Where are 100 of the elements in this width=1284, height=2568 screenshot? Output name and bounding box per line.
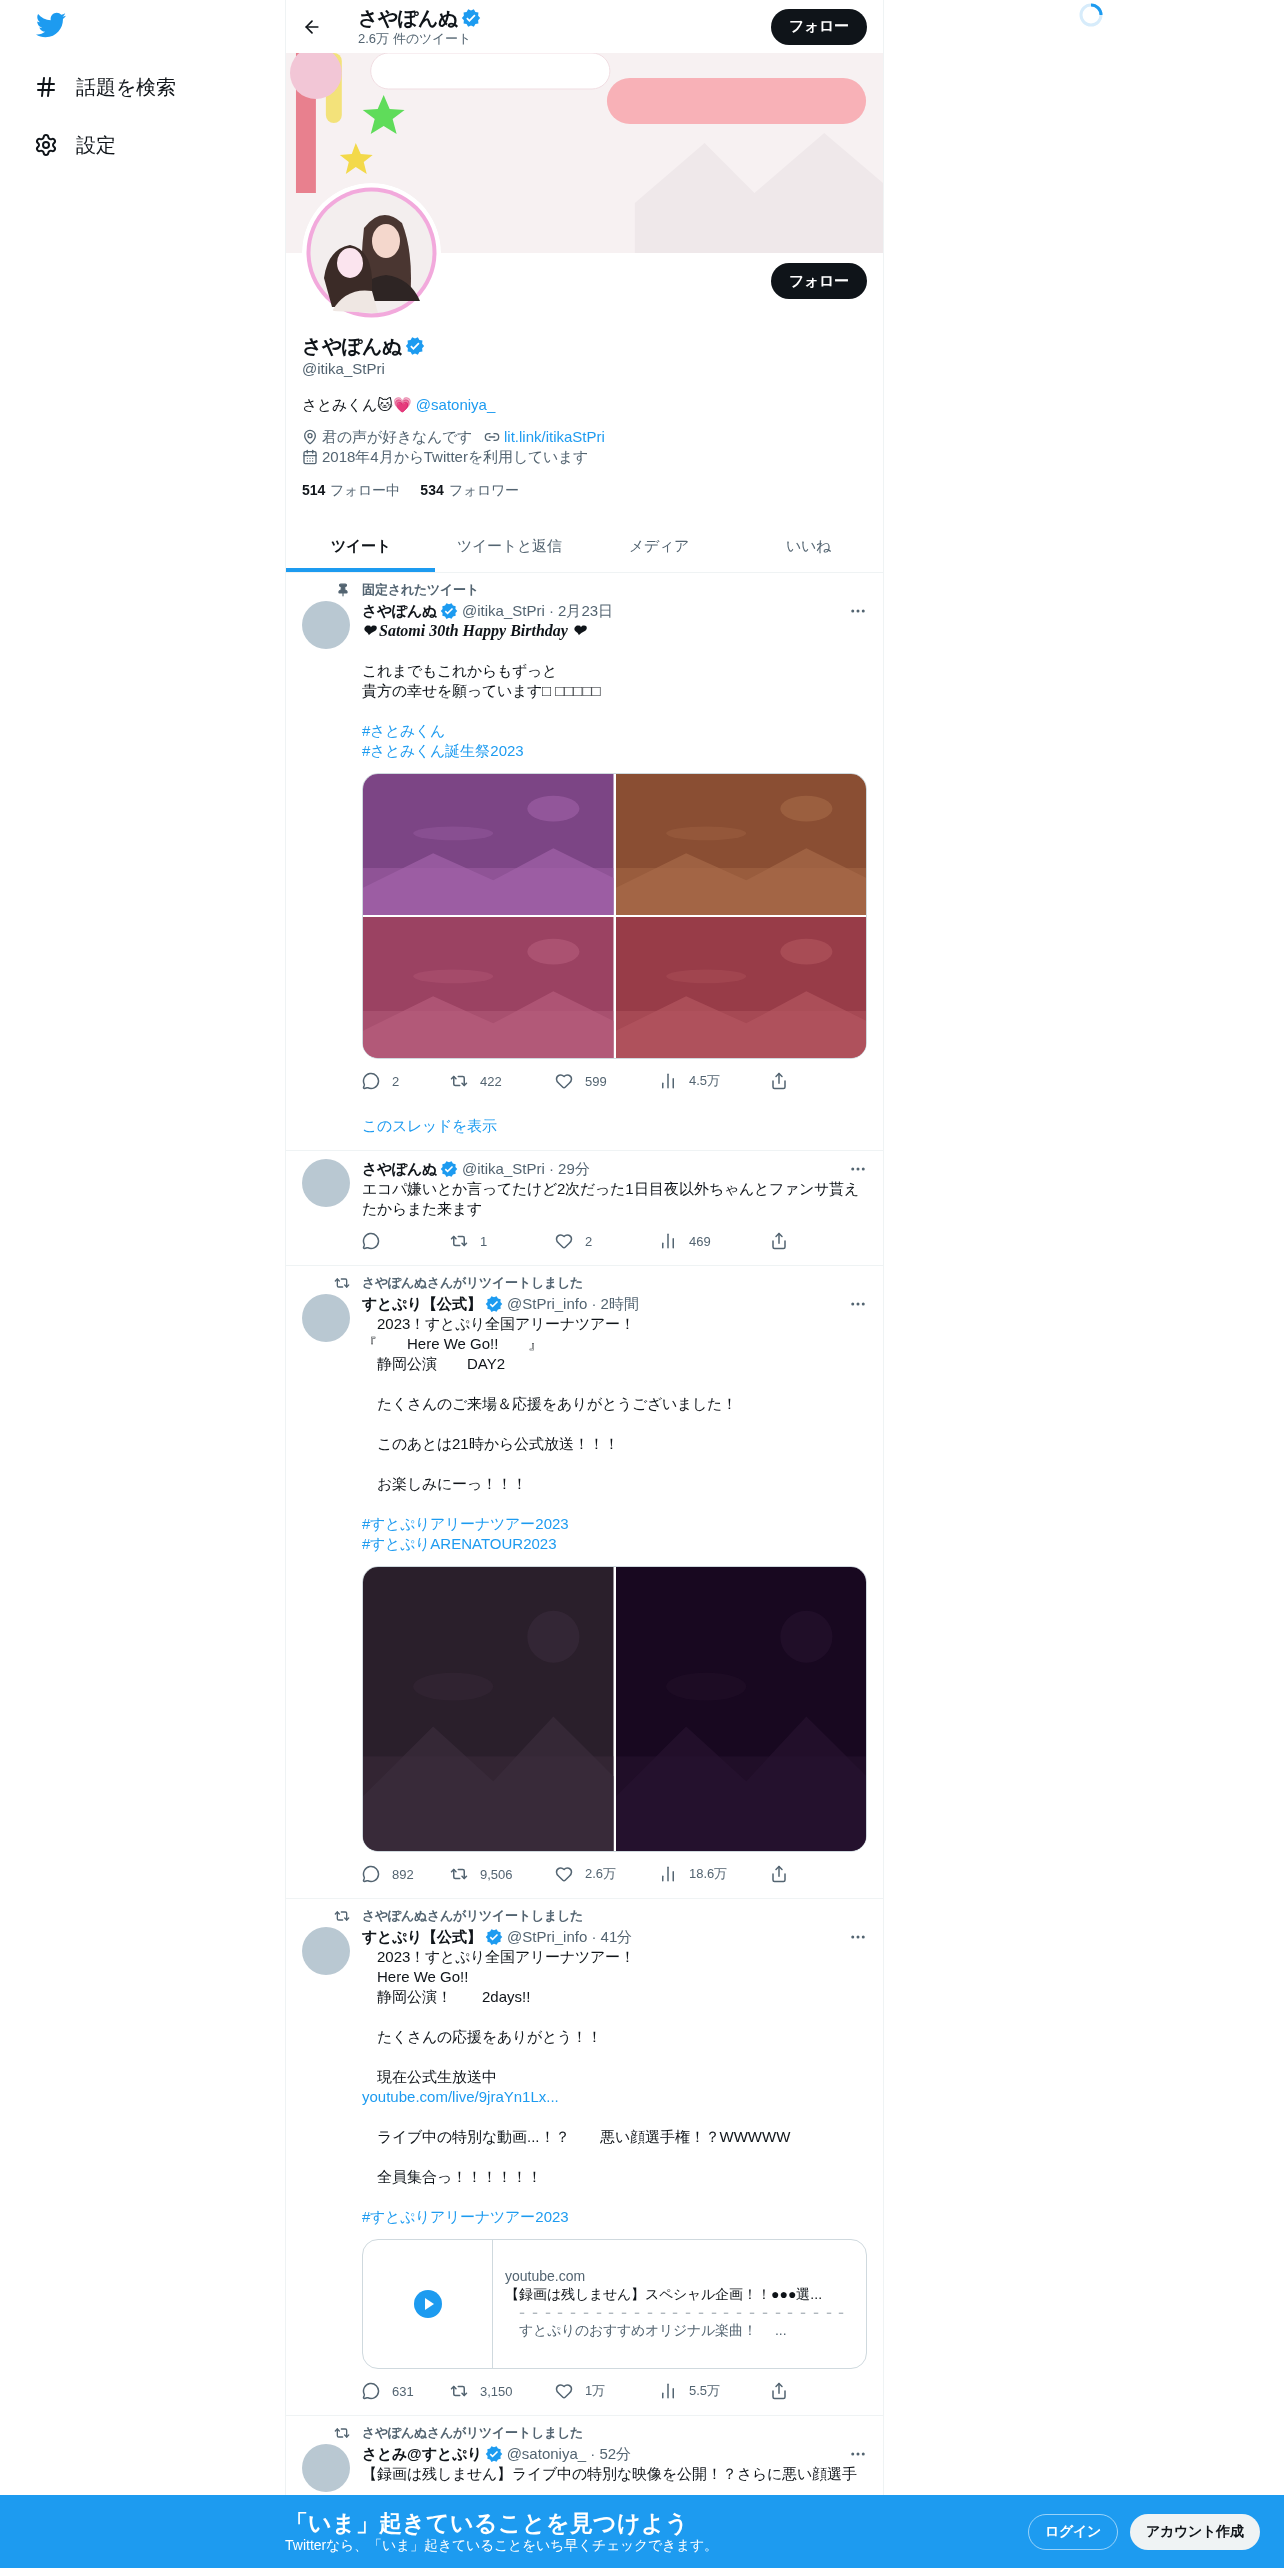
- tweet-action[interactable]: [770, 1072, 788, 1090]
- bar-chart-icon: [659, 1072, 677, 1090]
- sidebar-item[interactable]: 話題を検索: [34, 58, 188, 116]
- tweet-text: 2023！すとぷり全国アリーナツアー！: [376, 1947, 637, 1967]
- card-title: 【録画は残しません】スペシャル企画！！●●●選...: [505, 2286, 824, 2304]
- profile-tab[interactable]: いいね: [733, 520, 883, 572]
- tweet-action[interactable]: 599: [555, 1072, 607, 1090]
- tweet-action[interactable]: 2: [555, 1232, 593, 1250]
- tweet-action[interactable]: 1万: [555, 2382, 606, 2400]
- card-divider-text: － － － － － － － － － － － － － － － － － － － － － － － － － －: [516, 2306, 847, 2320]
- settings-icon: [34, 133, 58, 157]
- tweet-action[interactable]: 631: [362, 2382, 414, 2400]
- profile-tab[interactable]: ツイート: [286, 520, 436, 572]
- tweet-action[interactable]: [770, 2382, 788, 2400]
- tweet-text: 静岡公演 DAY2: [376, 1354, 507, 1374]
- tweet-action[interactable]: 2.6万: [555, 1865, 617, 1883]
- follow-button[interactable]: フォロー: [771, 8, 867, 45]
- tweet-text: 静岡公演！ 2days!!: [376, 1987, 532, 2007]
- tweet-action[interactable]: 3,150: [450, 2382, 513, 2400]
- tweet-action[interactable]: 2: [362, 1072, 400, 1090]
- card-domain: youtube.com: [505, 2268, 587, 2284]
- tweet-action[interactable]: 5.5万: [659, 2382, 721, 2400]
- card-description: すとぷりのおすすめオリジナル楽曲！ ...: [518, 2322, 788, 2340]
- sidebar-item[interactable]: 設定: [34, 116, 128, 174]
- tweet-action[interactable]: 422: [450, 1072, 502, 1090]
- tweet-count: 2.6万 件のツイート: [358, 29, 472, 48]
- heart-icon: [555, 2382, 573, 2400]
- link-card[interactable]: youtube.com 【録画は残しません】スペシャル企画！！●●●選... － － － － － － － － － － － － － － － － － － － － － － － － － － すとぷりのおすすめオリジナル楽曲！ ...: [362, 2239, 867, 2369]
- play-icon: [413, 2290, 442, 2318]
- bar-chart-icon: [659, 1232, 677, 1250]
- followers-link[interactable]: 534 フォロワー: [420, 482, 519, 500]
- tweet-text: 貴方の幸せを願っています□ □□□□□: [362, 681, 602, 701]
- tweet-action[interactable]: 892: [362, 1865, 414, 1883]
- heart-icon: [555, 1072, 573, 1090]
- tweet-text: エコパ嫌いとか言ってたけど2次だった1日目夜以外ちゃんとファンサ貰えたからまた来ます: [362, 1179, 860, 1219]
- tweet-text: このあとは21時から公式放送！！！: [376, 1434, 620, 1454]
- banner-title: 「いま」起きていることを見つけよう: [285, 2508, 690, 2537]
- tweet-action[interactable]: 469: [659, 1232, 711, 1250]
- tweet-text: Here We Go!!: [376, 1967, 470, 1987]
- signup-button[interactable]: アカウント作成: [1130, 2513, 1260, 2550]
- tweet-text: これまでもこれからもずっと: [362, 661, 558, 681]
- bar-chart-icon: [659, 2382, 677, 2400]
- tweet-text: 全員集合っ！！！！！！: [376, 2167, 543, 2187]
- retweet-icon: [334, 1908, 350, 1924]
- following-link[interactable]: 514 フォロー中: [302, 482, 401, 500]
- author-name[interactable]: すとぷり【公式】: [362, 1294, 482, 1314]
- share-icon: [770, 1072, 788, 1090]
- profile-handle: @itika_StPri: [302, 360, 386, 377]
- author-name[interactable]: さとみ@すとぷり: [362, 2444, 482, 2464]
- tweet-text: 2023！すとぷり全国アリーナツアー！: [376, 1314, 637, 1334]
- profile-tab[interactable]: メディア: [584, 520, 734, 572]
- tweet-meta: @satoniya_ · 52分: [506, 2444, 633, 2464]
- profile-tab[interactable]: ツイートと返信: [435, 520, 585, 572]
- heart-icon: [555, 1865, 573, 1883]
- tweet-text: たくさんの応援をありがとう！！: [376, 2027, 603, 2047]
- follow-button[interactable]: フォロー: [771, 263, 867, 299]
- retweet-icon: [334, 2425, 350, 2441]
- share-icon: [770, 2382, 788, 2400]
- tweet-meta: @StPri_info · 41分: [507, 1927, 634, 1947]
- speech-bubble-icon: [362, 1865, 380, 1883]
- retweet-icon: [334, 1275, 350, 1291]
- tweet-action[interactable]: [362, 1232, 380, 1250]
- profile-name: さやぽんぬ: [302, 334, 402, 358]
- tweet-action[interactable]: [770, 1232, 788, 1250]
- profile-title: さやぽんぬ: [358, 5, 458, 30]
- tweet-action[interactable]: 18.6万: [659, 1865, 728, 1883]
- loading-spinner-icon: [1078, 2, 1104, 28]
- tweet-text: たくさんのご来場＆応援をありがとうございました！: [376, 1394, 738, 1414]
- tweet-text: ライブ中の特別な動画...！？ 悪い顔選手権！？WWWWW: [376, 2127, 792, 2147]
- author-name[interactable]: すとぷり【公式】: [362, 1927, 482, 1947]
- share-icon: [770, 1232, 788, 1250]
- banner-subtitle: Twitterなら、「いま」起きていることをいち早くチェックできます。: [285, 2536, 720, 2555]
- tweet-action[interactable]: 4.5万: [659, 1072, 721, 1090]
- calendar-icon: [302, 449, 318, 465]
- profile-location: 君の声が好きなんです: [322, 427, 472, 447]
- author-name[interactable]: さやぽんぬ: [362, 1159, 437, 1179]
- speech-bubble-icon: [362, 1072, 380, 1090]
- tweet-action[interactable]: 9,506: [450, 1865, 513, 1883]
- heart-icon: [555, 1232, 573, 1250]
- share-icon: [770, 1865, 788, 1883]
- pin-icon: [336, 583, 350, 597]
- tweet-context-label: さやぽんぬさんがリツイートしました: [362, 1274, 584, 1292]
- speech-bubble-icon: [362, 2382, 380, 2400]
- tweet-text: 現在公式生放送中: [376, 2067, 498, 2087]
- tweet-context-label: さやぽんぬさんがリツイートしました: [362, 1907, 584, 1925]
- tweet-meta: @StPri_info · 2時間: [507, 1294, 640, 1314]
- join-date: 2018年4月からTwitterを利用しています: [322, 447, 588, 467]
- tweet-action[interactable]: [770, 1865, 788, 1883]
- tweet-text: 【録画は残しません】ライブ中の特別な映像を公開！？さらに悪い顔選手: [362, 2464, 858, 2484]
- tweet-action[interactable]: 1: [450, 1232, 488, 1250]
- tweet-meta: @itika_StPri · 29分: [462, 1159, 591, 1179]
- speech-bubble-icon: [362, 1232, 380, 1250]
- location-pin-icon: [302, 429, 318, 445]
- bar-chart-icon: [659, 1865, 677, 1883]
- tweet-text: ❤ Satomi 30th Happy Birthday ❤: [362, 621, 588, 641]
- profile-bio: さとみくん🐱💗 @satoniya_: [302, 395, 497, 415]
- author-name[interactable]: さやぽんぬ: [362, 601, 437, 621]
- tweet-context-label: 固定されたツイート: [362, 581, 480, 599]
- tweet-context-label: さやぽんぬさんがリツイートしました: [362, 2424, 584, 2442]
- tweet-text: 『 Here We Go!! 』: [362, 1334, 545, 1354]
